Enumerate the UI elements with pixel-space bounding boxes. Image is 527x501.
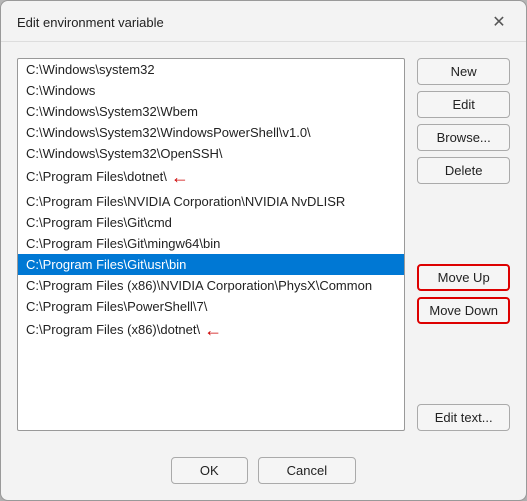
move-down-button[interactable]: Move Down [417, 297, 510, 324]
list-item[interactable]: C:\Windows\System32\Wbem [18, 101, 404, 122]
buttons-panel: New Edit Browse... Delete Move Up Move D… [417, 58, 510, 431]
list-item[interactable]: C:\Program Files\dotnet\ ← [18, 164, 404, 191]
list-item-value: C:\Program Files\Git\usr\bin [26, 257, 186, 272]
close-button[interactable]: ✕ [488, 11, 510, 33]
dialog-title: Edit environment variable [17, 15, 164, 30]
list-item[interactable]: C:\Program Files\NVIDIA Corporation\NVID… [18, 191, 404, 212]
list-item[interactable]: C:\Program Files\Git\mingw64\bin [18, 233, 404, 254]
list-item-value: C:\Program Files (x86)\dotnet\ [26, 322, 200, 337]
ok-button[interactable]: OK [171, 457, 248, 484]
title-bar: Edit environment variable ✕ [1, 1, 526, 42]
list-item[interactable]: C:\Windows\system32 [18, 59, 404, 80]
edit-button[interactable]: Edit [417, 91, 510, 118]
move-up-button[interactable]: Move Up [417, 264, 510, 291]
list-item-value: C:\Program Files\NVIDIA Corporation\NVID… [26, 194, 345, 209]
list-item-value: C:\Program Files\Git\mingw64\bin [26, 236, 220, 251]
list-item-value: C:\Windows\System32\WindowsPowerShell\v1… [26, 125, 311, 140]
new-button[interactable]: New [417, 58, 510, 85]
delete-button[interactable]: Delete [417, 157, 510, 184]
list-item[interactable]: C:\Program Files\Git\usr\bin [18, 254, 404, 275]
list-item-value: C:\Windows\System32\Wbem [26, 104, 198, 119]
list-item-value: C:\Windows\system32 [26, 62, 155, 77]
edit-text-button[interactable]: Edit text... [417, 404, 510, 431]
list-item[interactable]: C:\Windows\System32\OpenSSH\ [18, 143, 404, 164]
list-item[interactable]: C:\Windows [18, 80, 404, 101]
list-item-value: C:\Program Files\PowerShell\7\ [26, 299, 207, 314]
arrow-icon: ← [204, 320, 222, 341]
list-item[interactable]: C:\Program Files\Git\cmd [18, 212, 404, 233]
list-item-value: C:\Windows [26, 83, 95, 98]
arrow-icon: ← [171, 167, 189, 188]
list-item-value: C:\Program Files\dotnet\ [26, 169, 167, 184]
list-item-value: C:\Windows\System32\OpenSSH\ [26, 146, 223, 161]
browse-button[interactable]: Browse... [417, 124, 510, 151]
list-item[interactable]: C:\Program Files (x86)\NVIDIA Corporatio… [18, 275, 404, 296]
list-item-value: C:\Program Files\Git\cmd [26, 215, 172, 230]
env-var-list[interactable]: C:\Windows\system32 C:\Windows C:\Windows\… [17, 58, 405, 431]
list-item[interactable]: C:\Windows\System32\WindowsPowerShell\v1… [18, 122, 404, 143]
list-item-value: C:\Program Files (x86)\NVIDIA Corporatio… [26, 278, 372, 293]
dialog-body: C:\Windows\system32 C:\Windows C:\Windows\… [1, 42, 526, 447]
list-item[interactable]: C:\Program Files\PowerShell\7\ [18, 296, 404, 317]
cancel-button[interactable]: Cancel [258, 457, 356, 484]
edit-env-var-dialog: Edit environment variable ✕ C:\Windows\s… [0, 0, 527, 501]
dialog-footer: OK Cancel [1, 447, 526, 500]
list-item[interactable]: C:\Program Files (x86)\dotnet\ ← [18, 317, 404, 344]
